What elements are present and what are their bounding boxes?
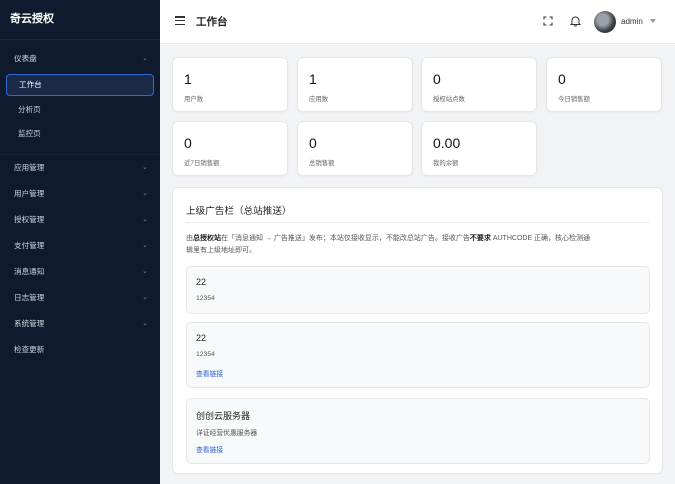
stat-value: 0	[558, 71, 566, 87]
stat-card-total-sales: 0 总销售额	[297, 121, 413, 176]
sidebar-item-label: 用户管理	[14, 189, 45, 198]
sidebar: 奇云授权 仪表盘 ⌄ 工作台 分析页 监控页 应用管理 ⌄ 用户管理 ⌄ 授权管…	[0, 0, 160, 484]
sidebar-item-label: 消息通知	[14, 267, 45, 276]
stat-label: 应用数	[309, 96, 329, 103]
caret-down-icon[interactable]	[650, 19, 656, 23]
sidebar-menu: 仪表盘 ⌄ 工作台 分析页 监控页 应用管理 ⌄ 用户管理 ⌄ 授权管理 ⌄ 支…	[0, 40, 160, 363]
sidebar-item-label: 授权管理	[14, 215, 45, 224]
ad-card: 22 12354 查看链接	[186, 322, 650, 388]
stat-value: 1	[184, 71, 192, 87]
brand-logo-text: 奇云授权	[0, 0, 160, 40]
chevron-down-icon: ⌄	[142, 242, 148, 249]
sidebar-item-licenses[interactable]: 授权管理 ⌄	[0, 207, 160, 233]
sidebar-item-label: 仪表盘	[14, 54, 37, 63]
stat-card-week-sales: 0 近7日销售额	[172, 121, 288, 176]
sidebar-item-logs[interactable]: 日志管理 ⌄	[0, 285, 160, 311]
sidebar-item-payments[interactable]: 支付管理 ⌄	[0, 233, 160, 259]
topbar: 工作台 admin	[160, 0, 675, 44]
stat-value: 0	[184, 135, 192, 151]
divider	[186, 222, 649, 223]
ads-notice: 由总授权站在「消息通知 → 广告推送」发布；本站仅接收显示，不能改总站广告。接收…	[186, 235, 591, 254]
ad-title: 22	[196, 277, 207, 287]
sidebar-item-label: 支付管理	[14, 241, 45, 250]
chevron-down-icon: ⌄	[142, 216, 148, 223]
fullscreen-icon[interactable]	[543, 16, 553, 26]
ad-card: 创创云服务器 详证经营优惠服务器 查看链接	[186, 398, 650, 464]
chevron-down-icon: ⌄	[142, 190, 148, 197]
chevron-down-icon: ⌄	[142, 294, 148, 301]
stat-label: 用户数	[184, 96, 204, 103]
ad-view-link[interactable]: 查看链接	[196, 368, 223, 378]
ad-description: 12354	[196, 295, 215, 302]
ad-description: 详证经营优惠服务器	[196, 430, 258, 437]
sidebar-item-dashboard[interactable]: 仪表盘 ⌄	[0, 46, 160, 72]
stat-card-balance: 0.00 我的余额	[421, 121, 537, 176]
stat-card-today-sales: 0 今日销售额	[546, 57, 662, 112]
chevron-down-icon: ⌄	[142, 164, 148, 171]
sidebar-item-check-update[interactable]: 检查更新	[0, 337, 160, 363]
sidebar-group-dashboard: 仪表盘 ⌄ 工作台 分析页 监控页	[0, 46, 160, 155]
stat-label: 授权站点数	[433, 96, 465, 103]
ad-card: 22 12354	[186, 266, 650, 314]
stat-value: 0	[309, 135, 317, 151]
sidebar-item-system[interactable]: 系统管理 ⌄	[0, 311, 160, 337]
sidebar-item-monitor[interactable]: 监控页	[0, 122, 160, 146]
ads-panel-title: 上级广告栏（总站推送）	[186, 206, 292, 217]
sidebar-item-label: 系统管理	[14, 319, 45, 328]
stat-label: 我的余额	[433, 160, 459, 167]
chevron-down-icon: ⌄	[142, 55, 148, 62]
stat-label: 总销售额	[309, 160, 335, 167]
stat-value: 0.00	[433, 135, 461, 151]
sidebar-item-apps[interactable]: 应用管理 ⌄	[0, 155, 160, 181]
sidebar-item-label: 日志管理	[14, 293, 45, 302]
sidebar-item-notifications[interactable]: 消息通知 ⌄	[0, 259, 160, 285]
chevron-down-icon: ⌄	[142, 268, 148, 275]
stat-card-licensed-sites: 0 授权站点数	[421, 57, 537, 112]
sidebar-item-analysis[interactable]: 分析页	[0, 98, 160, 122]
ads-panel: 上级广告栏（总站推送） 由总授权站在「消息通知 → 广告推送」发布；本站仅接收显…	[172, 187, 663, 474]
avatar[interactable]	[594, 11, 616, 33]
sidebar-item-label: 检查更新	[14, 345, 45, 354]
ad-title: 22	[196, 333, 207, 343]
stat-value: 1	[309, 71, 317, 87]
bell-icon[interactable]	[570, 15, 581, 27]
menu-toggle-icon[interactable]	[175, 16, 185, 26]
stat-card-apps: 1 应用数	[297, 57, 413, 112]
chevron-down-icon: ⌄	[142, 320, 148, 327]
ad-description: 12354	[196, 351, 215, 358]
username-label[interactable]: admin	[621, 17, 643, 26]
sidebar-item-label: 应用管理	[14, 163, 45, 172]
stat-card-users: 1 用户数	[172, 57, 288, 112]
stat-label: 近7日销售额	[184, 160, 220, 167]
sidebar-item-workbench[interactable]: 工作台	[6, 74, 154, 96]
stat-value: 0	[433, 71, 441, 87]
sidebar-item-users[interactable]: 用户管理 ⌄	[0, 181, 160, 207]
ad-title: 创创云服务器	[196, 411, 251, 421]
ad-view-link[interactable]: 查看链接	[196, 444, 223, 454]
stat-label: 今日销售额	[558, 96, 590, 103]
page-title: 工作台	[196, 16, 228, 28]
